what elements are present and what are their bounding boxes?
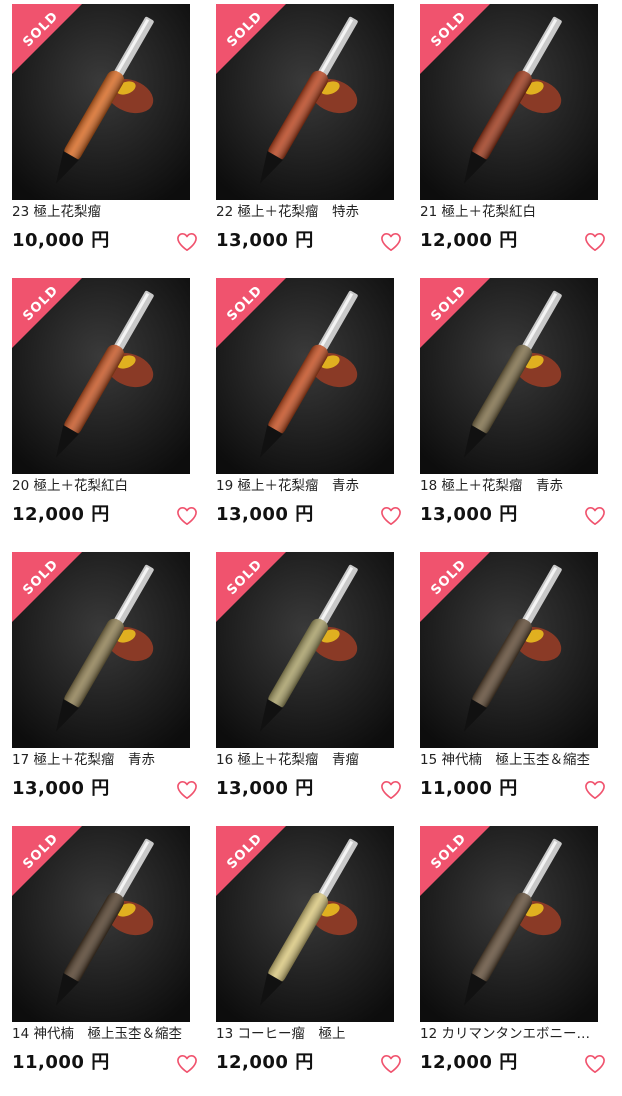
product-image[interactable]: SOLD (420, 552, 598, 748)
product-card[interactable]: SOLD 22 極上＋花梨瘤 特赤 13,000 円 (212, 0, 412, 274)
product-card[interactable]: SOLD 12 カリマンタンエボニー… 12,000 円 (416, 822, 616, 1096)
heart-icon[interactable] (380, 780, 402, 800)
product-card[interactable]: SOLD 23 極上花梨瘤 10,000 円 (8, 0, 208, 274)
product-image[interactable]: SOLD (12, 4, 190, 200)
product-card[interactable]: SOLD 13 コーヒー瘤 極上 12,000 円 (212, 822, 412, 1096)
product-price: 13,000 円 (420, 504, 518, 525)
heart-icon[interactable] (380, 506, 402, 526)
product-price: 12,000 円 (12, 504, 110, 525)
product-image[interactable]: SOLD (420, 826, 598, 1022)
heart-icon[interactable] (584, 780, 606, 800)
product-image[interactable]: SOLD (12, 552, 190, 748)
product-card[interactable]: SOLD 14 神代楠 極上玉杢＆縮杢 11,000 円 (8, 822, 208, 1096)
product-image[interactable]: SOLD (216, 552, 394, 748)
product-image[interactable]: SOLD (216, 278, 394, 474)
heart-icon[interactable] (584, 232, 606, 252)
product-name[interactable]: 22 極上＋花梨瘤 特赤 (216, 202, 410, 222)
product-name[interactable]: 15 神代楠 極上玉杢＆縮杢 (420, 750, 614, 770)
product-price: 11,000 円 (420, 778, 518, 799)
heart-icon[interactable] (176, 780, 198, 800)
product-price: 13,000 円 (12, 778, 110, 799)
product-image[interactable]: SOLD (420, 278, 598, 474)
product-card[interactable]: SOLD 18 極上＋花梨瘤 青赤 13,000 円 (416, 274, 616, 548)
product-name[interactable]: 23 極上花梨瘤 (12, 202, 206, 222)
product-card[interactable]: SOLD 16 極上＋花梨瘤 青瘤 13,000 円 (212, 548, 412, 822)
product-name[interactable]: 21 極上＋花梨紅白 (420, 202, 614, 222)
product-price: 13,000 円 (216, 778, 314, 799)
heart-icon[interactable] (380, 232, 402, 252)
product-card[interactable]: SOLD 21 極上＋花梨紅白 12,000 円 (416, 0, 616, 274)
product-name[interactable]: 16 極上＋花梨瘤 青瘤 (216, 750, 410, 770)
product-image[interactable]: SOLD (12, 278, 190, 474)
product-card[interactable]: SOLD 17 極上＋花梨瘤 青赤 13,000 円 (8, 548, 208, 822)
product-name[interactable]: 17 極上＋花梨瘤 青赤 (12, 750, 206, 770)
product-name[interactable]: 18 極上＋花梨瘤 青赤 (420, 476, 614, 496)
product-card[interactable]: SOLD 20 極上＋花梨紅白 12,000 円 (8, 274, 208, 548)
product-image[interactable]: SOLD (420, 4, 598, 200)
product-name[interactable]: 19 極上＋花梨瘤 青赤 (216, 476, 410, 496)
product-name[interactable]: 13 コーヒー瘤 極上 (216, 1024, 410, 1044)
product-price: 12,000 円 (420, 1052, 518, 1073)
heart-icon[interactable] (176, 232, 198, 252)
heart-icon[interactable] (584, 506, 606, 526)
product-image[interactable]: SOLD (12, 826, 190, 1022)
heart-icon[interactable] (176, 1054, 198, 1074)
product-name[interactable]: 20 極上＋花梨紅白 (12, 476, 206, 496)
product-name[interactable]: 12 カリマンタンエボニー… (420, 1024, 614, 1044)
product-price: 13,000 円 (216, 230, 314, 251)
product-price: 13,000 円 (216, 504, 314, 525)
product-price: 12,000 円 (216, 1052, 314, 1073)
heart-icon[interactable] (380, 1054, 402, 1074)
product-name[interactable]: 14 神代楠 極上玉杢＆縮杢 (12, 1024, 206, 1044)
product-image[interactable]: SOLD (216, 826, 394, 1022)
product-price: 10,000 円 (12, 230, 110, 251)
heart-icon[interactable] (584, 1054, 606, 1074)
product-card[interactable]: SOLD 19 極上＋花梨瘤 青赤 13,000 円 (212, 274, 412, 548)
heart-icon[interactable] (176, 506, 198, 526)
product-price: 11,000 円 (12, 1052, 110, 1073)
product-price: 12,000 円 (420, 230, 518, 251)
product-card[interactable]: SOLD 15 神代楠 極上玉杢＆縮杢 11,000 円 (416, 548, 616, 822)
product-image[interactable]: SOLD (216, 4, 394, 200)
product-grid: SOLD 23 極上花梨瘤 10,000 円 SOLD 22 極上＋花梨瘤 特赤 13,… (0, 0, 622, 1080)
